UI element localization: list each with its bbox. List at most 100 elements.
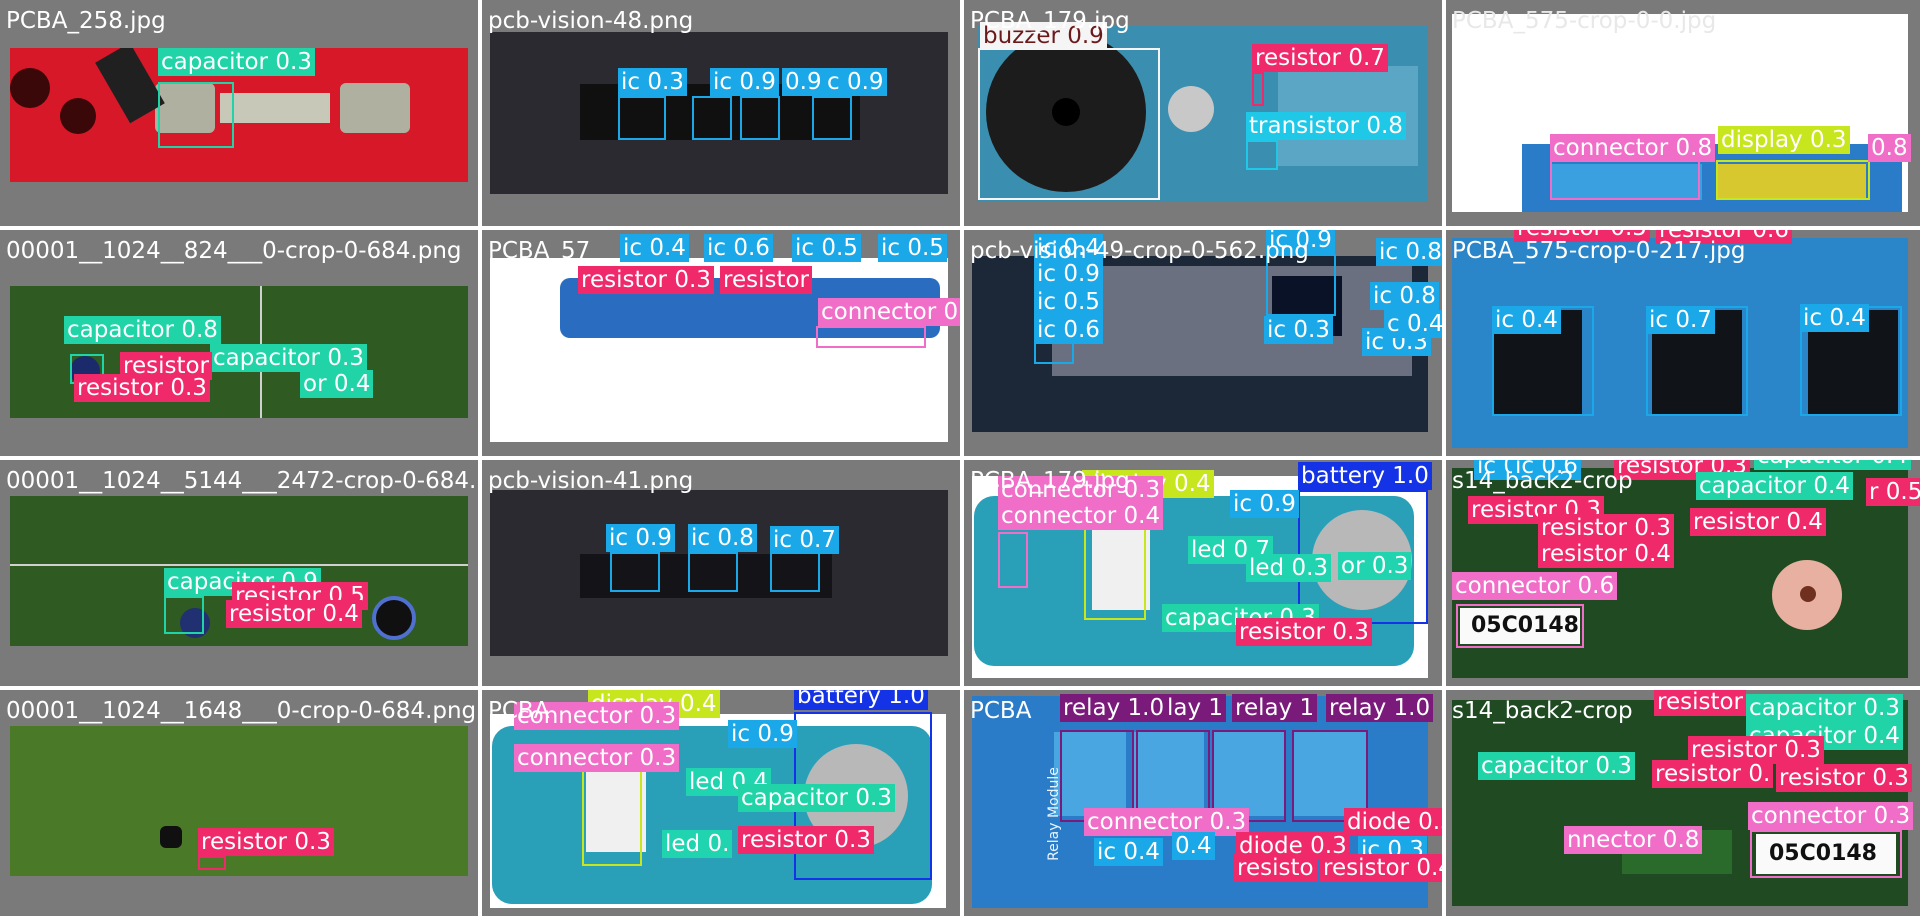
tile-filename: PCBA_179.jpg: [970, 8, 1130, 34]
detection-label: ic 0.8: [688, 524, 757, 552]
detection-label: diode 0.3: [1344, 808, 1442, 836]
detection-label: 0.4: [1172, 832, 1215, 860]
ic-box: [812, 96, 852, 140]
tile-7: resistor 0.5 resistor 0.6 ic 0.4 ic 0.7 …: [1446, 230, 1920, 456]
tile-10: display 0.4 battery 1.0 connector 0.3 co…: [964, 460, 1442, 686]
detection-label: resistor 0.3: [578, 266, 714, 294]
connector-box: [816, 326, 926, 348]
tile-13: display 0.4 battery 1.0 connector 0.3 co…: [482, 690, 960, 916]
tile-filename: PCBA_575-crop-0-0.jpg: [1452, 8, 1717, 34]
detection-label: r 0.5: [1866, 478, 1920, 506]
tile-1: ic 0.3 ic 0.9 0.9 c 0.9 pcb-vision-48.pn…: [482, 0, 960, 226]
tile-3: connector 0.8 display 0.3 0.8 PCBA_575-c…: [1446, 0, 1920, 226]
detection-label: capacitor 0.4: [1754, 460, 1911, 470]
ic-box: [610, 552, 660, 592]
tile-filename: pcb-vision-41.png: [488, 468, 694, 494]
tile-12: resistor 0.3 00001__1024__1648___0-crop-…: [0, 690, 478, 916]
detection-label: resistor 0.3: [198, 828, 334, 856]
detection-label: relay 1.0: [1326, 694, 1434, 722]
detection-label: ic 0.3: [618, 68, 687, 96]
ic-box: [618, 96, 666, 140]
detection-label: ic 0.4: [1800, 304, 1869, 332]
tile-11: 05C0148 ic 0.3 ic 0.6 resistor 0.3 capac…: [1446, 460, 1920, 686]
ic-box: [770, 552, 820, 592]
chip-marking: 05C0148: [1769, 841, 1877, 866]
detection-label: connector 0.8: [1550, 134, 1716, 162]
detection-label: capacitor 0.8: [64, 316, 221, 344]
detection-label: connector 0.3: [514, 744, 680, 772]
tile-4: capacitor 0.8 capacitor 0.3 resistor res…: [0, 230, 478, 456]
tile-6: ic 0.4 ic 0.9 ic 0.5 ic 0.6 ic 0.9 ic 0.…: [964, 230, 1442, 456]
detection-label: display 0.3: [1718, 126, 1850, 154]
detection-label: connector 0.6: [1452, 572, 1618, 600]
detection-label: battery 1.0: [1298, 462, 1432, 490]
tile-filename: pcb-vision-48.png: [488, 8, 694, 34]
detection-label: or 0.4: [300, 370, 374, 398]
detection-label: resistor 0.3: [1236, 618, 1372, 646]
detection-label: ic 0.8: [1376, 238, 1442, 266]
detection-label: led 0.: [662, 830, 733, 858]
detection-label: capacitor 0.3: [210, 344, 367, 372]
detection-label: resistor: [1654, 690, 1747, 716]
detection-label: capacitor 0.3: [1478, 752, 1635, 780]
detection-label: relay 1: [1232, 694, 1318, 722]
tile-filename: 00001__1024__5144___2472-crop-0-684.png: [6, 468, 478, 494]
detection-label: relay 1.0: [1060, 694, 1168, 722]
detection-label: ic 0.9: [606, 524, 675, 552]
capacitor-box: [164, 596, 204, 634]
detection-label: led 0.3: [1246, 554, 1332, 582]
detection-label: resistor: [720, 266, 813, 294]
detection-label: ic 0.8: [1370, 282, 1439, 310]
detection-mosaic: capacitor 0.3 PCBA_258.jpg ic 0.3 ic 0.9…: [0, 0, 1920, 916]
tile-9: ic 0.9 ic 0.8 ic 0.7 pcb-vision-41.png: [482, 460, 960, 686]
detection-label: resistor 0.7: [1252, 44, 1388, 72]
detection-label: capacitor 0.3: [158, 48, 315, 76]
detection-label: nnector 0.8: [1564, 826, 1703, 854]
connector-box: [998, 532, 1028, 588]
detection-label: resisto: [1234, 854, 1317, 882]
detection-label: resistor 0.4: [226, 600, 362, 628]
detection-label: ic 0.6: [1034, 316, 1103, 344]
detection-label: resistor 0.4: [1320, 854, 1442, 882]
detection-label: or 0.3: [1338, 552, 1412, 580]
detection-label: resistor 0.3: [74, 374, 210, 402]
resistor-box: [198, 856, 226, 870]
tile-15: 05C0148 resistor capacitor 0.3 capacitor…: [1446, 690, 1920, 916]
tile-8: capacitor 0.9 resistor 0.5 resistor 0.4 …: [0, 460, 478, 686]
tile-filename: s14_back2-crop: [1452, 468, 1633, 494]
detection-label: 0.8: [1868, 134, 1911, 162]
tile-filename: PCBA_258.jpg: [6, 8, 166, 34]
detection-label: ic 0.4: [620, 234, 689, 262]
detection-label: ic 0.3: [1264, 316, 1333, 344]
detection-label: lay 1: [1164, 694, 1227, 722]
display-box: [1716, 160, 1870, 200]
tile-filename: pcb-vision-49-crop-0-562.png: [970, 238, 1309, 264]
detection-label: resistor 0.4: [1690, 508, 1826, 536]
tile-filename: PCBA: [970, 698, 1032, 724]
tile-filename: PCBA: [488, 698, 550, 724]
detection-label: connector 0.4: [998, 502, 1164, 530]
pcb-photo: [490, 258, 948, 442]
tile-filename: s14_back2-crop: [1452, 698, 1633, 724]
detection-label: ic 0.9: [728, 720, 797, 748]
tile-2: buzzer 0.9 resistor 0.7 transistor 0.8 P…: [964, 0, 1442, 226]
detection-label: resistor 0.: [1652, 760, 1774, 788]
connector-box: [1550, 160, 1700, 200]
chip-marking: 05C0148: [1471, 613, 1579, 638]
tile-filename: PCBA_57: [488, 238, 591, 264]
detection-label: resistor 0.3: [1776, 764, 1912, 792]
tile-filename: PCBA_575-crop-0-217.jpg: [1452, 238, 1746, 264]
detection-label: connector 0.3: [1084, 808, 1250, 836]
detection-label: resistor 0.4: [1538, 540, 1674, 568]
detection-label: resistor 0.3: [738, 826, 874, 854]
side-marking: Relay Module: [1045, 767, 1062, 861]
transistor-box: [1246, 140, 1278, 170]
detection-label: ic 0.9: [1034, 260, 1103, 288]
detection-label: connector 0.3: [818, 298, 960, 326]
detection-label: ic 0.9: [1230, 490, 1299, 518]
ic-box: [688, 552, 738, 592]
detection-label: battery 1.0: [794, 690, 928, 710]
detection-label: capacitor 0.3: [738, 784, 895, 812]
detection-label: capacitor 0.3: [1746, 694, 1903, 722]
tile-5: ic 0.4 ic 0.6 ic 0.5 ic 0.5 resistor 0.3…: [482, 230, 960, 456]
